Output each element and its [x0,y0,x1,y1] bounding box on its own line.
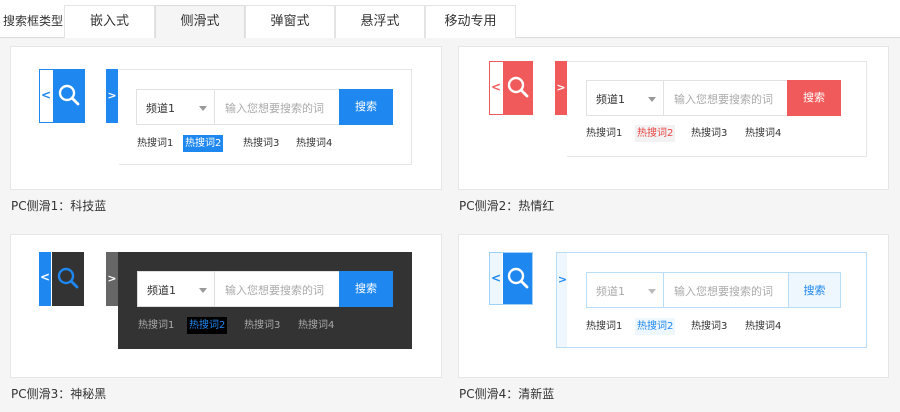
chevron-left-icon: < [490,62,502,114]
channel-select[interactable]: 频道1 [137,271,215,307]
search-placeholder: 输入您想要搜索的词 [225,102,324,115]
chevron-left-icon: < [39,252,51,306]
hotword-list: 热搜词1 热搜词2 热搜词3 热搜词4 [135,135,395,152]
slide-panel: 频道1 输入您想要搜索的词 搜索 热搜词1 热搜词2 热搜词3 热搜词4 [119,69,412,165]
hotword-active[interactable]: 热搜词2 [635,125,676,142]
chevron-right-icon[interactable]: > [106,252,118,306]
tab-label: 移动专用 [444,14,497,29]
theme-card-tech-blue[interactable]: < > 频道1 输入您想要搜索的词 搜索 热搜词1 热搜词2 热搜词3 热搜词4 [10,46,442,190]
search-placeholder: 输入您想要搜索的词 [674,285,773,298]
search-input[interactable]: 输入您想要搜索的词 [664,272,789,308]
caret-down-icon [199,288,207,293]
search-input[interactable]: 输入您想要搜索的词 [215,271,341,307]
caret-down-icon [199,106,207,111]
search-placeholder: 输入您想要搜索的词 [225,284,324,297]
search-button[interactable]: 搜索 [787,80,841,116]
tab-embedded[interactable]: 嵌入式 [64,5,155,38]
caret-down-icon [648,289,656,294]
hotword[interactable]: 热搜词3 [689,125,729,142]
channel-select[interactable]: 频道1 [586,272,664,308]
hotword[interactable]: 热搜词3 [242,317,282,334]
collapsed-tab[interactable]: < [489,61,533,115]
hotword[interactable]: 热搜词1 [136,317,176,334]
channel-value: 频道1 [596,93,625,106]
hotword[interactable]: 热搜词4 [296,317,336,334]
magnifier-icon [503,62,532,114]
channel-value: 频道1 [146,102,175,115]
hotword[interactable]: 热搜词4 [743,125,783,142]
hotword-active[interactable]: 热搜词2 [187,317,228,334]
hotword-list: 热搜词1 热搜词2 热搜词3 热搜词4 [584,318,844,335]
hotword[interactable]: 热搜词1 [135,135,175,152]
hotword-active[interactable]: 热搜词2 [183,135,224,152]
hotword[interactable]: 热搜词3 [689,318,729,335]
tab-mobile[interactable]: 移动专用 [425,5,516,38]
collapsed-tab[interactable]: < [39,252,84,306]
tab-floating[interactable]: 悬浮式 [335,5,425,38]
hotword[interactable]: 热搜词1 [584,125,624,142]
search-button[interactable]: 搜索 [788,272,841,308]
hotword[interactable]: 热搜词1 [584,318,624,335]
channel-select[interactable]: 频道1 [136,89,215,125]
hotword[interactable]: 热搜词4 [294,135,334,152]
channel-value: 频道1 [596,285,625,298]
magnifier-icon [52,252,84,306]
hotword-active[interactable]: 热搜词2 [635,318,676,335]
tab-label: 弹窗式 [270,14,310,29]
caret-down-icon [648,97,656,102]
hotword-list: 热搜词1 热搜词2 热搜词3 热搜词4 [584,125,844,142]
collapsed-tab[interactable]: < [489,252,533,305]
slide-panel: 频道1 输入您想要搜索的词 搜索 热搜词1 热搜词2 热搜词3 热搜词4 [567,61,867,157]
tab-label: 侧滑式 [180,14,220,29]
hotword[interactable]: 热搜词3 [241,135,281,152]
search-placeholder: 输入您想要搜索的词 [674,93,773,106]
theme-card-passion-red[interactable]: < > 频道1 输入您想要搜索的词 搜索 热搜词1 热搜词2 热搜词3 热搜词4 [458,46,889,190]
theme-caption: PC侧滑4：清新蓝 [459,387,555,401]
chevron-left-icon: < [490,253,502,304]
hotword[interactable]: 热搜词4 [743,318,783,335]
search-button[interactable]: 搜索 [339,271,393,307]
tab-slide[interactable]: 侧滑式 [155,5,245,39]
collapsed-tab[interactable]: < [39,69,85,123]
theme-caption: PC侧滑3：神秘黑 [11,387,107,401]
theme-caption: PC侧滑1：科技蓝 [11,199,107,213]
hotword-list: 热搜词1 热搜词2 热搜词3 热搜词4 [136,317,396,334]
theme-card-mystery-black[interactable]: < > 频道1 输入您想要搜索的词 搜索 热搜词1 热搜词2 热搜词3 热搜词4 [10,234,442,378]
magnifier-icon [503,253,532,304]
search-input[interactable]: 输入您想要搜索的词 [215,89,341,125]
theme-caption: PC侧滑2：热情红 [459,199,555,213]
tab-label: 悬浮式 [360,14,400,29]
slide-panel: 频道1 输入您想要搜索的词 搜索 热搜词1 热搜词2 热搜词3 热搜词4 [118,252,412,349]
tab-popup[interactable]: 弹窗式 [245,5,335,38]
tab-bar: 搜索框类型 嵌入式 侧滑式 弹窗式 悬浮式 移动专用 [0,0,900,39]
chevron-right-icon[interactable]: > [106,69,118,123]
channel-select[interactable]: 频道1 [586,80,664,116]
slide-panel: 频道1 输入您想要搜索的词 搜索 热搜词1 热搜词2 热搜词3 热搜词4 [567,252,867,348]
magnifier-icon [53,70,84,122]
channel-value: 频道1 [147,284,176,297]
theme-card-fresh-blue[interactable]: < > 频道1 输入您想要搜索的词 搜索 热搜词1 热搜词2 热搜词3 热搜词4 [458,234,889,378]
tabbar-label: 搜索框类型 [3,14,64,28]
tab-label: 嵌入式 [89,14,129,29]
chevron-right-icon[interactable]: > [555,61,567,115]
chevron-left-icon: < [40,70,52,122]
search-input[interactable]: 输入您想要搜索的词 [664,80,789,116]
search-button[interactable]: 搜索 [339,89,393,125]
